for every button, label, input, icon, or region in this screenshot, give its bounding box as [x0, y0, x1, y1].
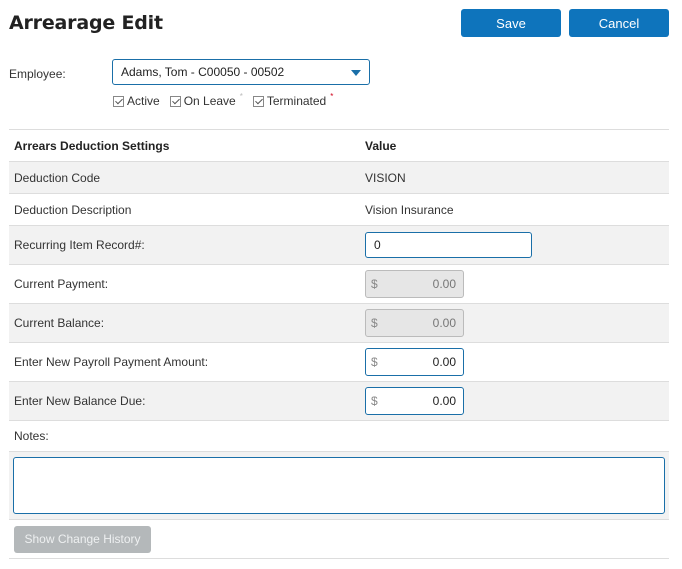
new-balance-due-value: 0.00 — [432, 394, 456, 408]
deduction-description-label: Deduction Description — [14, 202, 132, 217]
asterisk-marker-icon: * — [330, 91, 334, 101]
currency-symbol: $ — [371, 316, 378, 330]
save-button[interactable]: Save — [461, 9, 561, 37]
checkbox-checked-icon[interactable] — [252, 95, 264, 107]
table-row: Current Balance: $ 0.00 — [9, 304, 669, 343]
employee-status-filters: Active On Leave * Terminated * — [113, 91, 334, 108]
current-payment-value: 0.00 — [432, 277, 456, 291]
table-row: Deduction Code VISION — [9, 162, 669, 194]
table-row: Deduction Description Vision Insurance — [9, 194, 669, 226]
currency-symbol: $ — [371, 277, 378, 291]
current-balance-label: Current Balance: — [14, 316, 105, 330]
column-header-value: Value — [365, 138, 397, 153]
deduction-code-value: VISION — [365, 170, 406, 185]
asterisk-marker-icon: * — [239, 91, 243, 101]
new-payroll-payment-value: 0.00 — [432, 355, 456, 369]
deduction-description-value: Vision Insurance — [365, 202, 454, 217]
table-row: Enter New Payroll Payment Amount: $ 0.00 — [9, 343, 669, 382]
filter-label: On Leave — [183, 94, 236, 108]
filter-active[interactable]: Active — [113, 94, 160, 108]
filter-terminated[interactable]: Terminated * — [252, 91, 334, 108]
page-title: Arrearage Edit — [9, 12, 163, 34]
new-payroll-payment-input[interactable]: $ 0.00 — [365, 348, 464, 376]
notes-row — [9, 452, 669, 520]
recurring-item-record-input[interactable]: 0 — [365, 232, 532, 258]
new-balance-due-label: Enter New Balance Due: — [14, 394, 146, 408]
table-row: Recurring Item Record#: 0 — [9, 226, 669, 265]
arrears-settings-table: Arrears Deduction Settings Value Deducti… — [9, 129, 669, 559]
filter-label: Terminated — [266, 94, 327, 108]
table-row: Current Payment: $ 0.00 — [9, 265, 669, 304]
current-payment-field: $ 0.00 — [365, 270, 464, 298]
employee-select[interactable]: Adams, Tom - C00050 - 00502 — [112, 59, 370, 85]
notes-textarea[interactable] — [13, 457, 665, 514]
filter-label: Active — [127, 94, 160, 108]
current-balance-value: 0.00 — [432, 316, 456, 330]
employee-label: Employee: — [9, 67, 66, 81]
new-payroll-payment-label: Enter New Payroll Payment Amount: — [14, 355, 209, 369]
deduction-code-label: Deduction Code — [14, 170, 101, 185]
recurring-item-record-label: Recurring Item Record#: — [14, 238, 145, 252]
checkbox-checked-icon[interactable] — [169, 95, 181, 107]
current-payment-label: Current Payment: — [14, 277, 109, 291]
table-row: Enter New Balance Due: $ 0.00 — [9, 382, 669, 421]
history-row: Show Change History — [9, 520, 669, 559]
notes-label: Notes: — [14, 429, 49, 443]
filter-on-leave[interactable]: On Leave * — [169, 91, 243, 108]
chevron-down-icon[interactable] — [351, 70, 361, 76]
column-header-settings: Arrears Deduction Settings — [14, 138, 170, 153]
table-header-row: Arrears Deduction Settings Value — [9, 130, 669, 162]
currency-symbol: $ — [371, 355, 378, 369]
cancel-button[interactable]: Cancel — [569, 9, 669, 37]
current-balance-field: $ 0.00 — [365, 309, 464, 337]
show-change-history-button: Show Change History — [14, 525, 151, 553]
checkbox-checked-icon[interactable] — [113, 95, 124, 107]
currency-symbol: $ — [371, 394, 378, 408]
notes-label-row: Notes: — [9, 421, 669, 452]
new-balance-due-input[interactable]: $ 0.00 — [365, 387, 464, 415]
employee-selected-value: Adams, Tom - C00050 - 00502 — [121, 65, 285, 79]
